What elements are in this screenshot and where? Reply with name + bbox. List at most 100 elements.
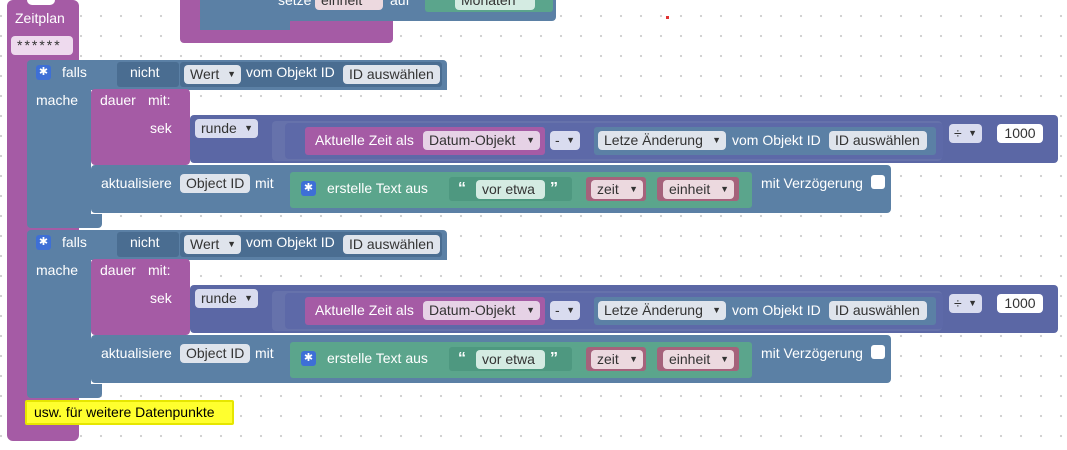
with-label: mit: <box>148 92 171 108</box>
if-label: falls <box>62 234 87 250</box>
dropdown-arrow-icon: ▼ <box>629 184 638 194</box>
quote-open-icon: “ <box>458 180 466 197</box>
delay-label: mit Verzögerung <box>761 345 863 361</box>
date-object-dropdown[interactable]: Datum-Objekt ▼ <box>423 301 540 320</box>
create-text-label: erstelle Text aus <box>327 350 428 366</box>
last-change-dropdown-text: Letze Änderung <box>604 132 703 148</box>
minus-dropdown[interactable]: - ▼ <box>550 301 580 320</box>
with-label: mit: <box>148 262 171 278</box>
var-zeit-text: zeit <box>597 351 619 367</box>
select-id-field-2[interactable]: ID auswählen <box>829 301 927 320</box>
divide-dropdown[interactable]: ÷ ▼ <box>949 124 982 143</box>
var-zeit-dropdown[interactable]: zeit ▼ <box>591 180 643 199</box>
update-label: aktualisiere <box>101 345 172 361</box>
schedule-title: Zeitplan <box>15 10 65 26</box>
gear-icon-glyph: ✱ <box>303 182 314 194</box>
last-change-dropdown[interactable]: Letze Änderung ▼ <box>598 131 726 150</box>
update-label: aktualisiere <box>101 175 172 191</box>
minus-dropdown-text: - <box>555 302 560 318</box>
round-dropdown[interactable]: runde ▼ <box>195 289 258 308</box>
dropdown-arrow-icon: ▼ <box>968 128 977 138</box>
dropdown-arrow-icon: ▼ <box>526 305 535 315</box>
not-label: nicht <box>130 234 160 250</box>
schedule-value-field[interactable]: ****** <box>11 36 73 55</box>
last-change-dropdown[interactable]: Letze Änderung ▼ <box>598 301 726 320</box>
object-id-field[interactable]: Object ID <box>180 344 250 363</box>
gear-icon-glyph: ✱ <box>38 66 49 78</box>
sec-label: sek <box>150 120 172 136</box>
delay-label: mit Verzögerung <box>761 175 863 191</box>
top-inner-tail <box>200 18 290 30</box>
text-value-field[interactable]: vor etwa <box>476 350 545 369</box>
delay-checkbox[interactable] <box>871 175 885 189</box>
dropdown-arrow-icon: ▼ <box>720 354 729 364</box>
value-dropdown[interactable]: Wert ▼ <box>184 235 241 254</box>
with2-label: mit <box>255 175 274 191</box>
gear-icon-glyph: ✱ <box>303 352 314 364</box>
schedule-notch <box>27 0 55 5</box>
var-einheit-dropdown[interactable]: einheit ▼ <box>663 350 734 369</box>
var-einheit-dropdown[interactable]: einheit ▼ <box>663 180 734 199</box>
var-zeit-text: zeit <box>597 181 619 197</box>
red-dot <box>666 16 669 19</box>
quote-close-icon: ” <box>550 180 558 197</box>
if-label: falls <box>62 64 87 80</box>
dropdown-arrow-icon: ▼ <box>712 305 721 315</box>
var-zeit-dropdown[interactable]: zeit ▼ <box>591 350 643 369</box>
round-dropdown-text: runde <box>201 120 237 136</box>
round-dropdown[interactable]: runde ▼ <box>195 119 258 138</box>
divide-dropdown-text: ÷ <box>954 295 962 311</box>
divide-dropdown-text: ÷ <box>954 125 962 141</box>
with2-label: mit <box>255 345 274 361</box>
round-dropdown-text: runde <box>201 290 237 306</box>
minus-dropdown-text: - <box>555 132 560 148</box>
dropdown-arrow-icon: ▼ <box>566 305 575 315</box>
dropdown-arrow-icon: ▼ <box>244 293 253 303</box>
select-id-field[interactable]: ID auswählen <box>343 235 440 254</box>
gear-icon[interactable]: ✱ <box>301 351 316 366</box>
current-time-label: Aktuelle Zeit als <box>315 302 414 318</box>
object-id-field[interactable]: Object ID <box>180 174 250 193</box>
divisor-field[interactable]: 1000 <box>997 294 1043 313</box>
dropdown-arrow-icon: ▼ <box>968 298 977 308</box>
var-einheit-text: einheit <box>669 351 711 367</box>
dropdown-arrow-icon: ▼ <box>227 239 236 249</box>
top-einheit-field[interactable]: einheit <box>315 0 383 10</box>
from-object-label: vom Objekt ID <box>246 64 335 80</box>
if-block-1-bottom <box>27 214 102 228</box>
gear-icon-glyph: ✱ <box>38 236 49 248</box>
text-value-field[interactable]: vor etwa <box>476 180 545 199</box>
from-object-label-2: vom Objekt ID <box>732 302 821 318</box>
delay-checkbox[interactable] <box>871 345 885 359</box>
select-id-field-2[interactable]: ID auswählen <box>829 131 927 150</box>
last-change-dropdown-text: Letze Änderung <box>604 302 703 318</box>
sec-label: sek <box>150 290 172 306</box>
comment-text: usw. für weitere Datenpunkte <box>34 404 215 420</box>
date-object-dropdown[interactable]: Datum-Objekt ▼ <box>423 131 540 150</box>
minus-dropdown[interactable]: - ▼ <box>550 131 580 150</box>
value-dropdown-text: Wert <box>190 66 220 82</box>
gear-icon[interactable]: ✱ <box>36 235 51 250</box>
gear-icon[interactable]: ✱ <box>301 181 316 196</box>
dropdown-arrow-icon: ▼ <box>526 135 535 145</box>
top-setze-label: setze <box>278 0 312 8</box>
from-object-label: vom Objekt ID <box>246 234 335 250</box>
value-dropdown[interactable]: Wert ▼ <box>184 65 241 84</box>
dropdown-arrow-icon: ▼ <box>712 135 721 145</box>
date-object-dropdown-text: Datum-Objekt <box>429 302 516 318</box>
divisor-field[interactable]: 1000 <box>997 124 1043 143</box>
top-auf-label: auf <box>390 0 410 8</box>
quote-open-icon: “ <box>458 350 466 367</box>
select-id-field[interactable]: ID auswählen <box>343 65 440 84</box>
date-object-dropdown-text: Datum-Objekt <box>429 132 516 148</box>
current-time-label: Aktuelle Zeit als <box>315 132 414 148</box>
do-label: mache <box>36 262 79 278</box>
top-monaten-field[interactable]: Monaten <box>455 0 535 10</box>
dropdown-arrow-icon: ▼ <box>566 135 575 145</box>
duration-label: dauer <box>100 262 136 278</box>
from-object-label-2: vom Objekt ID <box>732 132 821 148</box>
quote-close-icon: ” <box>550 350 558 367</box>
divide-dropdown[interactable]: ÷ ▼ <box>949 294 982 313</box>
not-label: nicht <box>130 64 160 80</box>
dropdown-arrow-icon: ▼ <box>629 354 638 364</box>
